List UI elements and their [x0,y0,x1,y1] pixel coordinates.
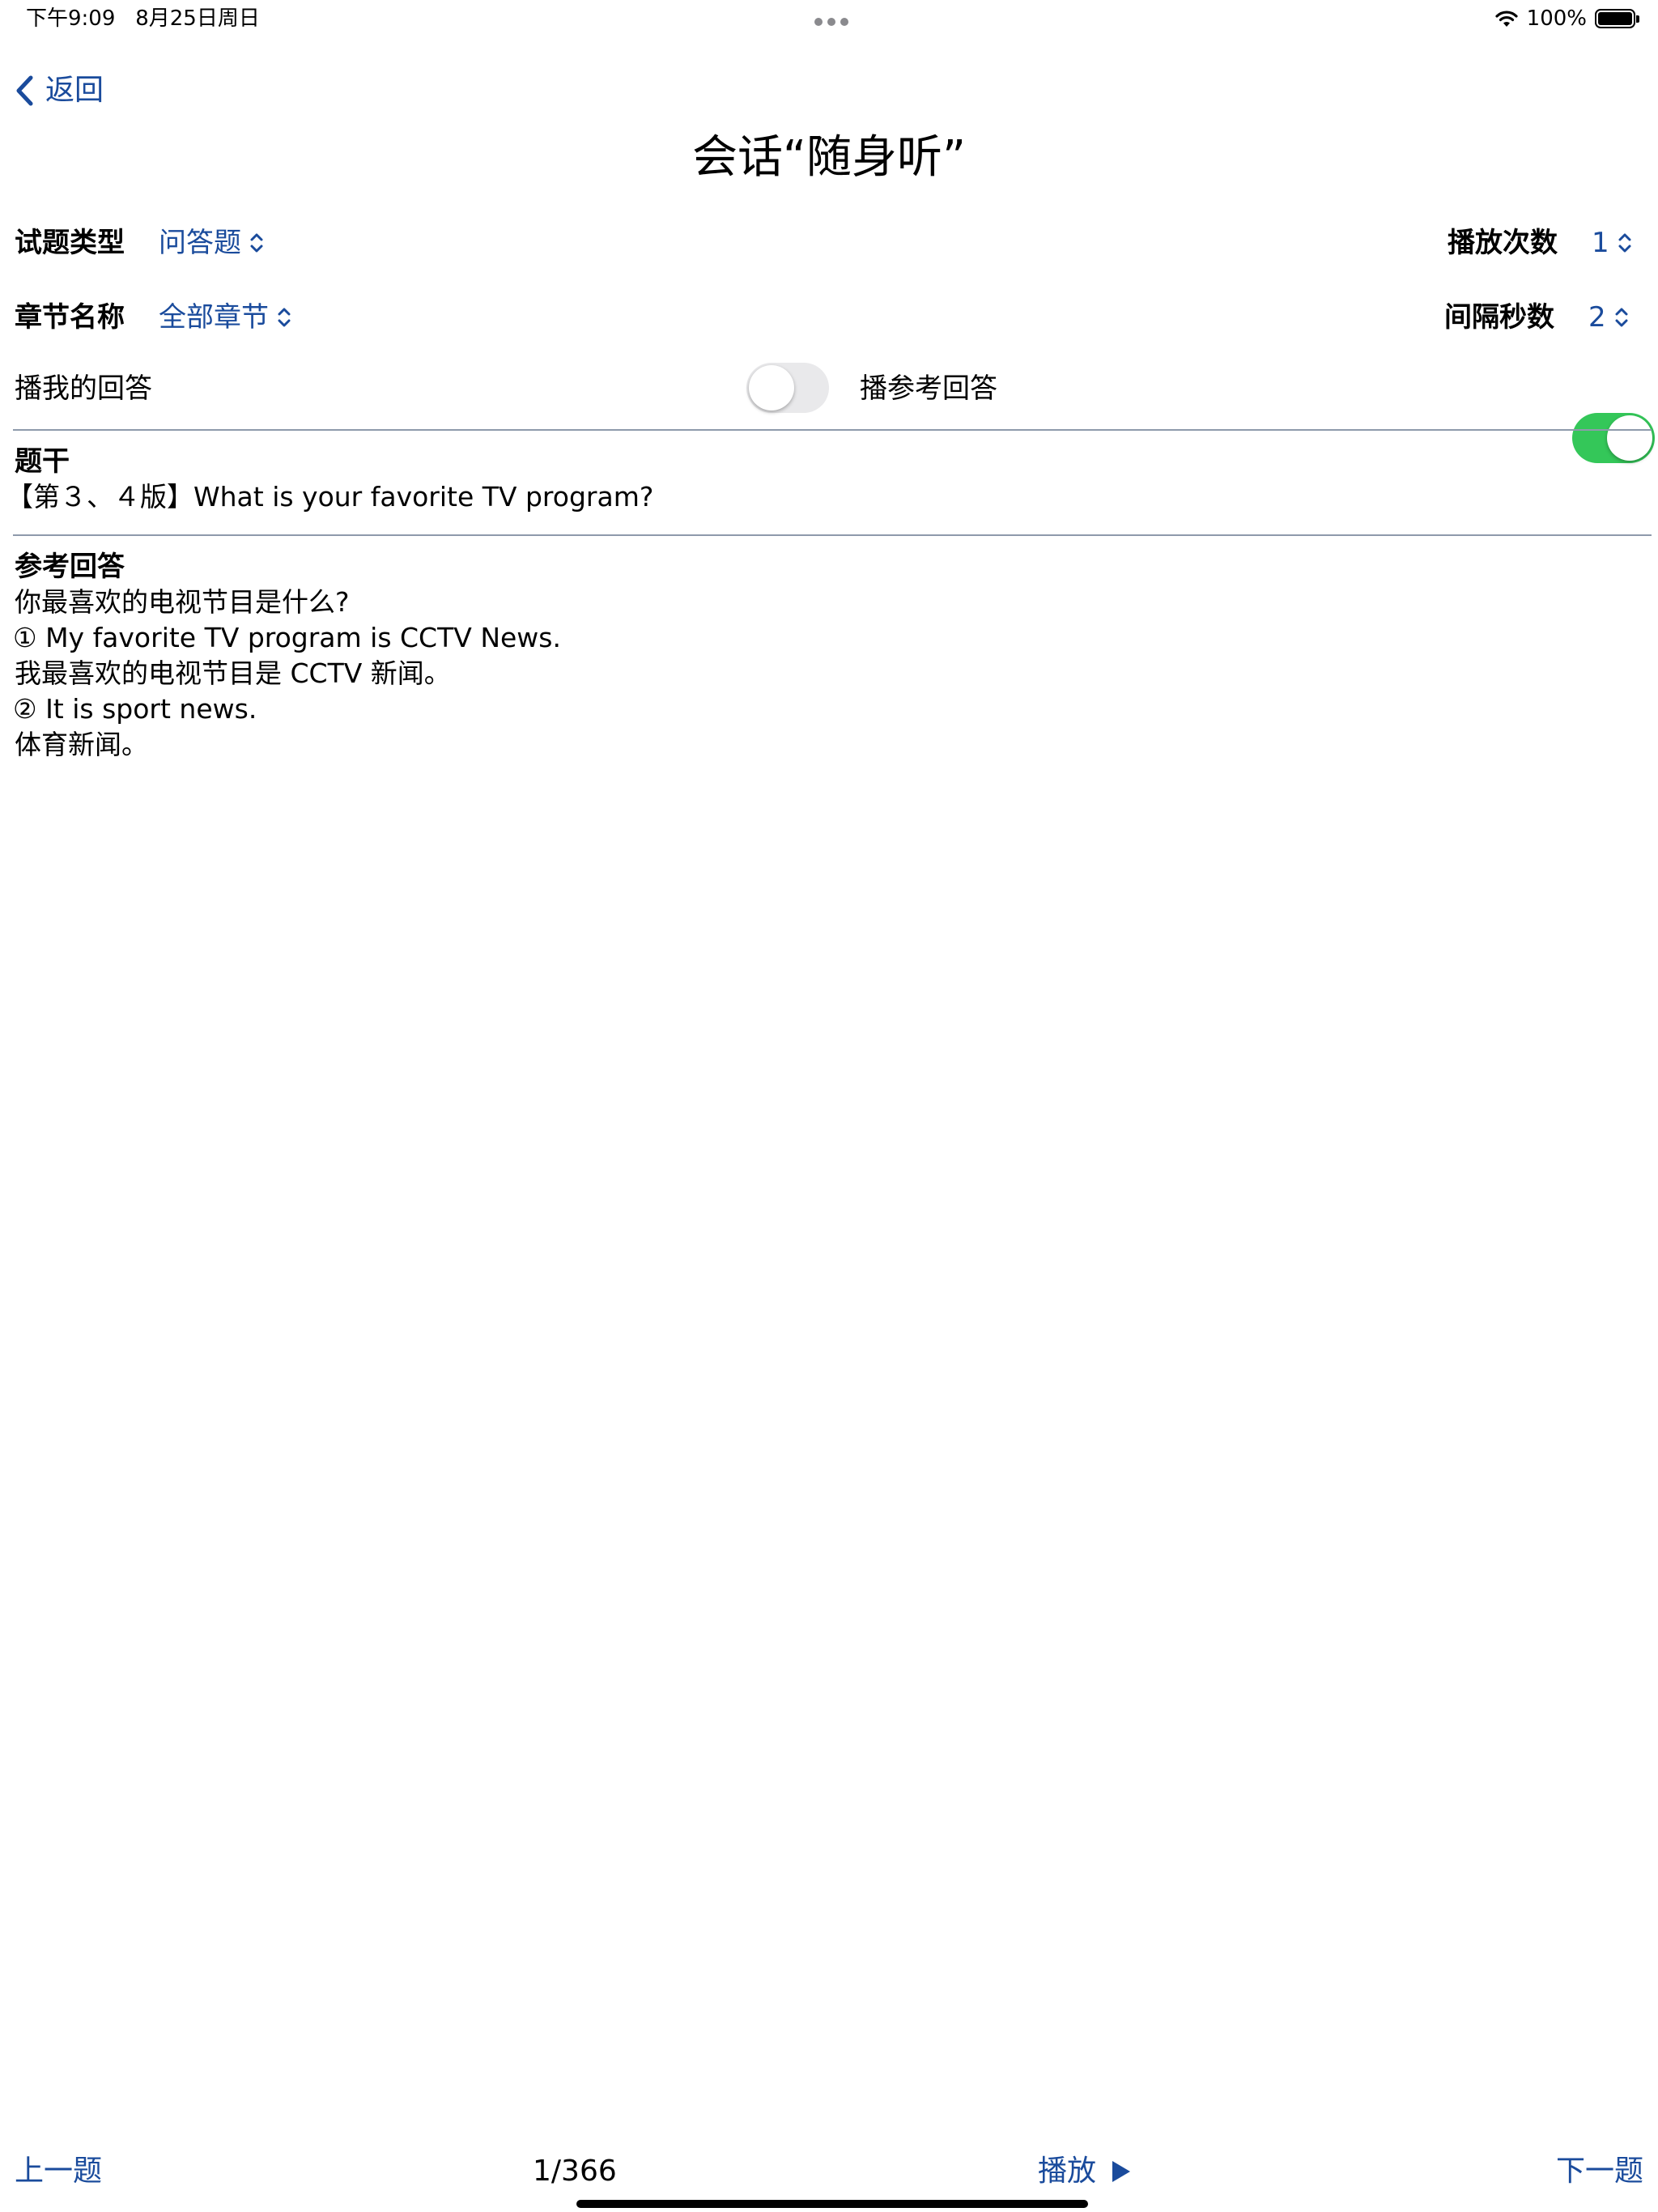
chevron-up-down-icon [1618,233,1631,253]
wifi-icon [1495,11,1518,27]
play-reference-label: 播参考回答 [860,372,997,405]
chevron-up-down-icon [1615,308,1628,327]
answer-line: ① My favorite TV program is CCTV News. [13,622,561,653]
question-heading: 题干 [15,445,70,478]
chapter-label: 章节名称 [15,301,125,334]
battery-icon [1595,9,1639,28]
play-reference-toggle[interactable] [1572,413,1655,463]
chevron-up-down-icon [278,308,291,327]
play-count-label: 播放次数 [1448,227,1558,259]
question-type-picker[interactable]: 问答题 [159,225,264,261]
divider [13,429,1652,431]
interval-value: 2 [1588,301,1606,334]
home-indicator[interactable] [576,2200,1088,2208]
page-counter: 1/366 [533,2155,617,2188]
play-my-answer-toggle[interactable] [746,363,829,413]
question-type-label: 试题类型 [15,227,125,259]
play-icon [1112,2161,1131,2182]
interval-picker[interactable]: 2 [1588,300,1629,335]
answer-line: 体育新闻。 [15,729,148,760]
answer-heading: 参考回答 [15,551,125,583]
chapter-picker[interactable]: 全部章节 [159,300,291,335]
multitasking-dots-icon[interactable] [814,18,848,26]
page-title: 会话“随身听” [691,131,967,184]
previous-question-button[interactable]: 上一题 [15,2154,102,2189]
divider [13,534,1652,536]
answer-line: 我最喜欢的电视节目是 CCTV 新闻。 [15,657,451,689]
question-text: 【第３、４版】What is your favorite TV program? [6,481,654,513]
back-button[interactable]: 返回 [15,73,104,108]
play-label: 播放 [1038,2155,1097,2188]
play-button[interactable]: 播放 [1038,2154,1132,2189]
interval-label: 间隔秒数 [1444,301,1554,334]
chevron-left-icon [16,75,33,106]
battery-percent: 100% [1526,6,1587,31]
answer-line: ② It is sport news. [13,693,257,725]
status-time: 下午9:09 8月25日周日 [26,6,260,31]
next-question-button[interactable]: 下一题 [1556,2154,1643,2189]
chapter-value: 全部章节 [159,301,269,334]
play-count-picker[interactable]: 1 [1592,225,1632,261]
back-label: 返回 [45,74,104,107]
chevron-up-down-icon [250,233,263,253]
status-indicators: 100% [1494,6,1639,31]
play-my-answer-label: 播我的回答 [15,372,152,405]
answer-line: 你最喜欢的电视节目是什么? [15,586,350,618]
question-type-value: 问答题 [159,227,241,259]
play-count-value: 1 [1592,227,1609,259]
